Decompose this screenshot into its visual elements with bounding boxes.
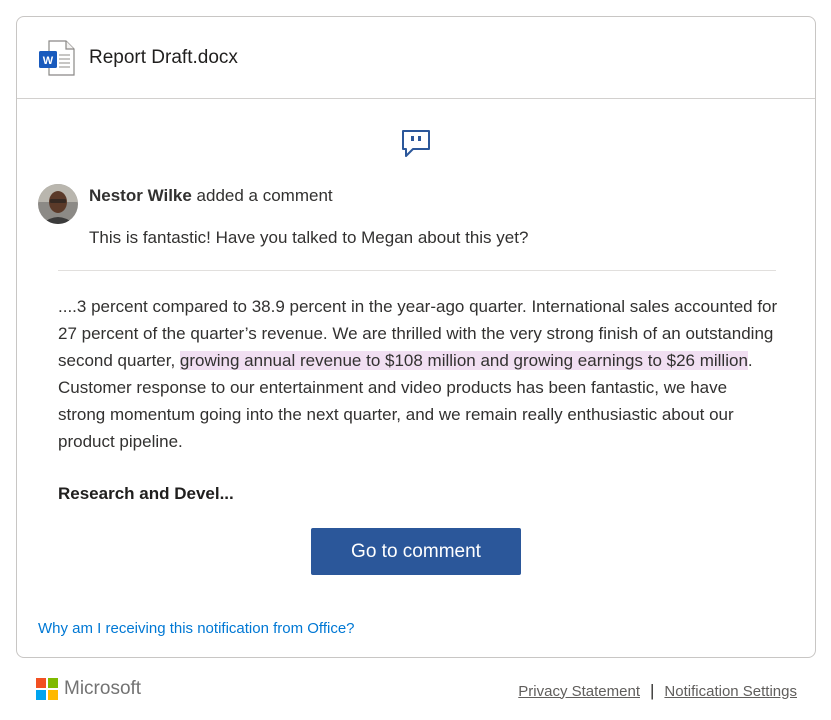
comment-text: This is fantastic! Have you talked to Me… <box>89 228 529 247</box>
document-excerpt: ....3 percent compared to 38.9 percent i… <box>58 293 778 455</box>
comment-action: added a comment <box>191 186 333 205</box>
why-notification-link[interactable]: Why am I receiving this notification fro… <box>38 620 355 637</box>
privacy-statement-link[interactable]: Privacy Statement <box>518 683 640 700</box>
excerpt-highlighted: growing annual revenue to $108 million a… <box>179 351 748 370</box>
comment-header: Nestor Wilke added a comment <box>89 186 333 206</box>
comment-author: Nestor Wilke <box>89 186 192 205</box>
comment-icon <box>400 127 432 159</box>
svg-text:W: W <box>43 55 54 67</box>
word-document-icon: W <box>37 38 77 78</box>
notification-card: W Report Draft.docx Nestor Wilke added a… <box>16 16 816 658</box>
section-title: Research and Devel... <box>58 484 234 503</box>
footer-separator: | <box>650 681 655 700</box>
microsoft-logo-icon <box>36 678 58 700</box>
go-to-comment-button[interactable]: Go to comment <box>311 528 521 575</box>
footer-links: Privacy Statement | Notification Setting… <box>518 681 797 701</box>
microsoft-logo: Microsoft <box>36 678 141 700</box>
avatar <box>38 184 78 224</box>
microsoft-wordmark: Microsoft <box>64 678 142 699</box>
divider <box>58 270 776 271</box>
notification-settings-link[interactable]: Notification Settings <box>664 683 797 700</box>
document-title: Report Draft.docx <box>89 46 238 68</box>
card-header: W Report Draft.docx <box>17 17 815 99</box>
